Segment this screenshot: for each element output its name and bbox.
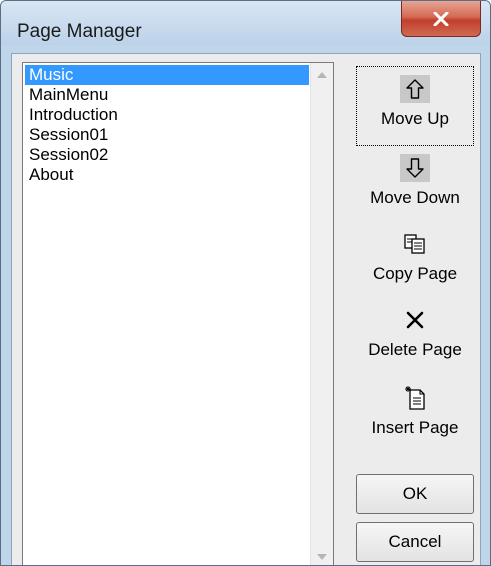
close-button[interactable] <box>401 1 481 37</box>
page-list[interactable]: Music MainMenu Introduction Session01 Sessio… <box>22 62 334 565</box>
page-list-items: Music MainMenu Introduction Session01 Sessio… <box>25 65 309 185</box>
list-item[interactable]: Session01 <box>25 125 309 145</box>
window-title: Page Manager <box>17 21 142 42</box>
delete-page-button[interactable]: Delete Page <box>356 302 474 374</box>
scroll-down-arrow-icon <box>317 547 327 565</box>
delete-page-label: Delete Page <box>368 340 462 359</box>
list-item[interactable]: Introduction <box>25 105 309 125</box>
list-item[interactable]: Music <box>25 65 309 85</box>
scroll-up-button[interactable] <box>311 63 333 85</box>
insert-page-button[interactable]: Insert Page <box>356 378 474 454</box>
copy-icon <box>400 230 430 258</box>
x-icon <box>400 306 430 334</box>
copy-page-button[interactable]: Copy Page <box>356 226 474 298</box>
arrow-up-icon <box>400 75 430 103</box>
cancel-button[interactable]: Cancel <box>356 522 474 562</box>
list-item[interactable]: MainMenu <box>25 85 309 105</box>
scroll-down-button[interactable] <box>311 545 333 565</box>
list-scrollbar[interactable] <box>310 63 333 565</box>
scroll-up-arrow-icon <box>317 65 327 83</box>
page-manager-window: Page Manager Music MainMenu Introduction Se… <box>0 0 491 566</box>
move-down-button[interactable]: Move Down <box>356 150 474 222</box>
copy-page-label: Copy Page <box>372 264 458 283</box>
insert-page-label: Insert Page <box>371 418 459 437</box>
arrow-down-icon <box>400 154 430 182</box>
dialog-client: Music MainMenu Introduction Session01 Sessio… <box>11 53 481 565</box>
title-bar[interactable]: Page Manager <box>1 1 490 45</box>
list-item[interactable]: About <box>25 165 309 185</box>
insert-page-icon <box>400 384 430 412</box>
move-down-label: Move Down <box>370 188 460 207</box>
close-x-icon <box>433 11 449 26</box>
list-item[interactable]: Session02 <box>25 145 309 165</box>
ok-button[interactable]: OK <box>356 474 474 514</box>
move-up-label: Move Up <box>380 109 450 128</box>
move-up-button[interactable]: Move Up <box>356 66 474 146</box>
